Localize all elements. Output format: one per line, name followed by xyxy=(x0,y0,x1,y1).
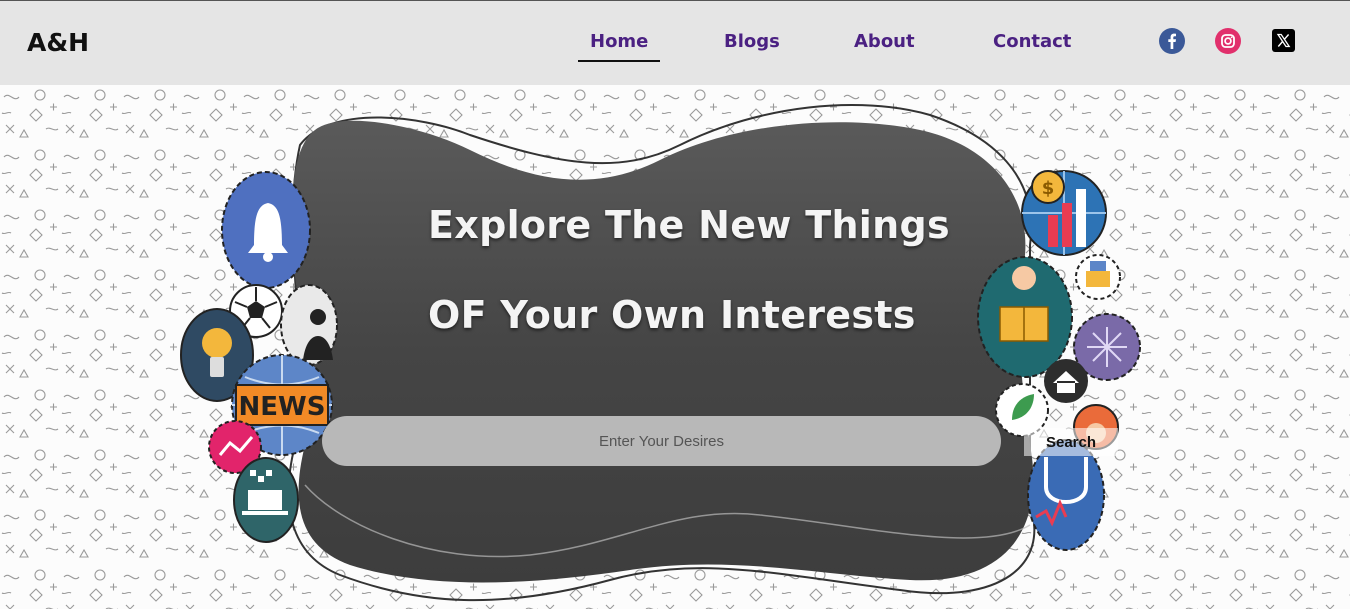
svg-text:$: $ xyxy=(1042,178,1055,199)
engineer-icon xyxy=(280,284,338,366)
bell-icon xyxy=(221,171,311,289)
instagram-icon[interactable] xyxy=(1215,28,1241,54)
navbar: A&H Home Blogs About Contact xyxy=(0,0,1350,85)
hero-section: NEWS $ Explore The New Things OF Your Ow… xyxy=(0,85,1350,609)
coin-chart-globe-icon: $ xyxy=(1021,170,1107,256)
stethoscope-icon xyxy=(1027,439,1105,551)
hero-blob xyxy=(291,120,1034,583)
house-icon xyxy=(1044,359,1088,403)
building-icon xyxy=(1075,254,1121,300)
nav-contact[interactable]: Contact xyxy=(993,31,1071,52)
facebook-icon[interactable] xyxy=(1159,28,1185,54)
laptop-icon xyxy=(233,457,299,543)
reader-icon xyxy=(977,256,1073,378)
nav-home[interactable]: Home xyxy=(577,31,661,62)
hero-headline-line1: Explore The New Things xyxy=(428,203,950,247)
site-logo[interactable]: A&H xyxy=(27,28,89,57)
search-input[interactable] xyxy=(322,416,1001,466)
nav-about[interactable]: About xyxy=(854,31,915,52)
search-button[interactable]: Search xyxy=(1024,428,1118,456)
x-twitter-icon[interactable] xyxy=(1272,29,1295,52)
hero-headline-line2: OF Your Own Interests xyxy=(428,293,916,337)
svg-text:NEWS: NEWS xyxy=(239,392,326,422)
nav-blogs[interactable]: Blogs xyxy=(724,31,780,52)
hero-background: NEWS $ xyxy=(0,85,1350,609)
